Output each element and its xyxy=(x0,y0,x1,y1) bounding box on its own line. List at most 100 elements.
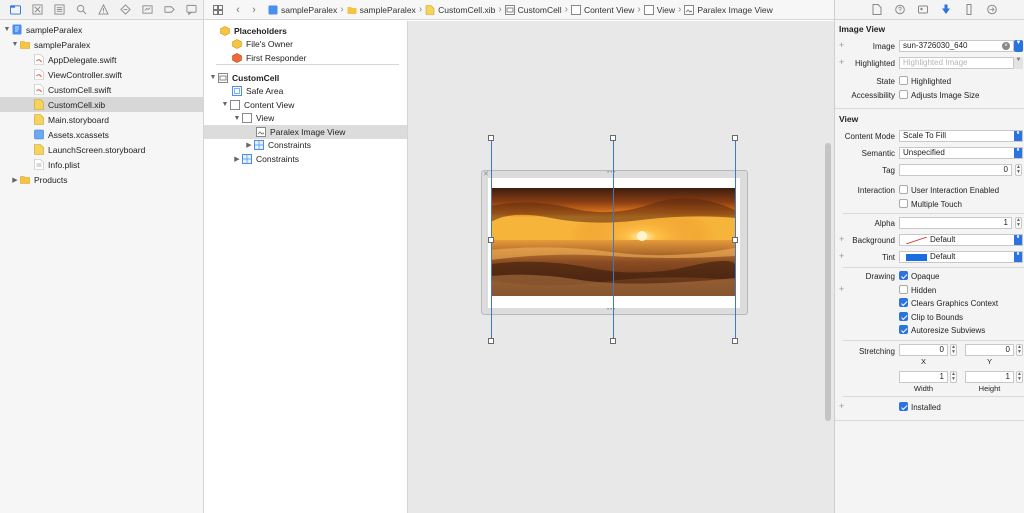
resize-handle-bottom-right[interactable] xyxy=(732,338,738,344)
tree-row-file[interactable]: AppDelegate.swift xyxy=(0,52,203,67)
outline-constraints-inner[interactable]: ▶ Constraints xyxy=(204,139,407,153)
clear-image-icon[interactable]: × xyxy=(1002,42,1010,50)
tree-row-project[interactable]: ▼ sampleParalex xyxy=(0,22,203,37)
canvas-vertical-scrollbar[interactable] xyxy=(825,143,831,421)
resize-handle-middle-right[interactable] xyxy=(732,237,738,243)
tree-row-group[interactable]: ▼ sampleParalex xyxy=(0,37,203,52)
breadcrumb-project[interactable]: sampleParalex xyxy=(268,5,337,15)
semantic-select[interactable]: Unspecified ⬍ xyxy=(899,147,1023,159)
multiple-touch-checkbox[interactable] xyxy=(899,199,908,208)
tree-row-file[interactable]: Info.plist xyxy=(0,157,203,172)
test-navigator-tab[interactable] xyxy=(115,1,137,19)
highlighted-checkbox[interactable] xyxy=(899,76,908,85)
disclosure-triangle-icon[interactable]: ▶ xyxy=(232,155,242,163)
resize-handle-top-left[interactable] xyxy=(488,135,494,141)
alpha-field[interactable]: 1 xyxy=(899,217,1012,229)
back-button[interactable]: ‹ xyxy=(230,2,246,18)
resize-handle-top-right[interactable] xyxy=(732,135,738,141)
breadcrumb-image-view[interactable]: Paralex Image View xyxy=(684,4,773,15)
add-variation-tint-icon[interactable]: + xyxy=(839,251,844,261)
tint-color-select[interactable]: Default ⬍ xyxy=(899,251,1023,263)
stretch-x-field[interactable]: 0 xyxy=(899,344,948,356)
alpha-stepper[interactable]: ▲ ▼ xyxy=(1015,217,1022,229)
background-color-select[interactable]: Default ⬍ xyxy=(899,234,1023,246)
tag-field[interactable]: 0 xyxy=(899,164,1012,176)
attributes-inspector-tab[interactable] xyxy=(934,2,957,18)
disclosure-triangle-icon[interactable]: ▼ xyxy=(232,115,242,122)
tree-row-file[interactable]: CustomCell.swift xyxy=(0,82,203,97)
disclosure-triangle-icon[interactable]: ▼ xyxy=(10,41,20,48)
resize-grip-top-icon[interactable]: ••• xyxy=(607,170,616,176)
user-interaction-checkbox[interactable] xyxy=(899,185,908,194)
size-inspector-tab[interactable] xyxy=(957,2,980,18)
stretch-height-field[interactable]: 1 xyxy=(965,371,1014,383)
breakpoint-navigator-tab[interactable] xyxy=(159,1,181,19)
source-control-navigator-tab[interactable] xyxy=(26,1,48,19)
resize-handle-top-center[interactable] xyxy=(610,135,616,141)
identity-inspector-tab[interactable] xyxy=(911,2,934,18)
tree-row-file[interactable]: Main.storyboard xyxy=(0,112,203,127)
clears-graphics-checkbox[interactable] xyxy=(899,298,908,307)
tree-row-file-selected[interactable]: CustomCell.xib xyxy=(0,97,203,112)
issue-navigator-tab[interactable] xyxy=(92,1,114,19)
disclosure-triangle-icon[interactable]: ▶ xyxy=(244,141,254,149)
stretch-width-field[interactable]: 1 xyxy=(899,371,948,383)
content-mode-select[interactable]: Scale To Fill ⬍ xyxy=(899,130,1023,142)
outline-custom-cell[interactable]: ▼ CustomCell xyxy=(204,71,407,85)
stretch-x-stepper[interactable]: ▲ ▼ xyxy=(950,344,957,356)
hidden-checkbox[interactable] xyxy=(899,285,908,294)
stretch-y-stepper[interactable]: ▲ ▼ xyxy=(1016,344,1023,356)
add-variation-background-icon[interactable]: + xyxy=(839,234,844,244)
adjusts-image-size-checkbox[interactable] xyxy=(899,90,908,99)
connections-inspector-tab[interactable] xyxy=(980,2,1003,18)
stretch-height-stepper[interactable]: ▲ ▼ xyxy=(1016,371,1023,383)
stretch-y-field[interactable]: 0 xyxy=(965,344,1014,356)
outline-content-view[interactable]: ▼ Content View xyxy=(204,98,407,112)
project-navigator-tab[interactable] xyxy=(4,1,26,19)
tree-row-file[interactable]: Assets.xcassets xyxy=(0,127,203,142)
resize-handle-middle-left[interactable] xyxy=(488,237,494,243)
disclosure-triangle-icon[interactable]: ▼ xyxy=(2,26,12,33)
close-cell-icon[interactable]: ✕ xyxy=(483,170,490,178)
outline-files-owner[interactable]: File's Owner xyxy=(204,38,407,52)
breadcrumb-content-view[interactable]: Content View xyxy=(570,4,634,15)
debug-navigator-tab[interactable] xyxy=(137,1,159,19)
tree-row-group[interactable]: ▶ Products xyxy=(0,172,203,187)
image-combobox[interactable]: sun-3726030_640 × xyxy=(899,40,1014,52)
symbol-navigator-tab[interactable] xyxy=(48,1,70,19)
forward-button[interactable]: › xyxy=(246,2,262,18)
outline-constraints-outer[interactable]: ▶ Constraints xyxy=(204,152,407,166)
autoresize-subviews-checkbox[interactable] xyxy=(899,325,908,334)
disclosure-triangle-icon[interactable]: ▼ xyxy=(220,101,230,108)
breadcrumb-view[interactable]: View xyxy=(643,4,675,15)
resize-handle-bottom-center[interactable] xyxy=(610,338,616,344)
outline-safe-area[interactable]: Safe Area xyxy=(204,85,407,99)
add-variation-installed-icon[interactable]: + xyxy=(839,401,844,411)
add-variation-hidden-icon[interactable]: + xyxy=(839,284,844,294)
related-items-button[interactable] xyxy=(210,2,226,18)
highlighted-popup-button[interactable]: ▼ xyxy=(1014,57,1023,69)
clip-to-bounds-checkbox[interactable] xyxy=(899,312,908,321)
installed-checkbox[interactable] xyxy=(899,402,908,411)
breadcrumb-group[interactable]: sampleParalex xyxy=(347,5,416,15)
breadcrumb-cell[interactable]: CustomCell xyxy=(504,4,562,15)
stretch-width-stepper[interactable]: ▲ ▼ xyxy=(950,371,957,383)
tree-row-file[interactable]: ViewController.swift xyxy=(0,67,203,82)
tree-row-file[interactable]: LaunchScreen.storyboard xyxy=(0,142,203,157)
outline-view[interactable]: ▼ View xyxy=(204,112,407,126)
add-variation-image-icon[interactable]: + xyxy=(839,40,844,50)
breadcrumb-file[interactable]: CustomCell.xib xyxy=(425,5,495,15)
resize-handle-bottom-left[interactable] xyxy=(488,338,494,344)
outline-first-responder[interactable]: First Responder xyxy=(216,51,399,65)
opaque-checkbox[interactable] xyxy=(899,271,908,280)
tag-stepper[interactable]: ▲ ▼ xyxy=(1015,164,1022,176)
file-inspector-tab[interactable] xyxy=(865,2,888,18)
quick-help-tab[interactable] xyxy=(888,2,911,18)
image-popup-button[interactable]: ▼ xyxy=(1014,40,1023,52)
add-variation-highlighted-icon[interactable]: + xyxy=(839,57,844,67)
disclosure-triangle-icon[interactable]: ▶ xyxy=(10,176,20,184)
outline-paralex-image-view[interactable]: Paralex Image View xyxy=(204,125,407,139)
find-navigator-tab[interactable] xyxy=(70,1,92,19)
report-navigator-tab[interactable] xyxy=(181,1,203,19)
disclosure-triangle-icon[interactable]: ▼ xyxy=(208,74,218,81)
